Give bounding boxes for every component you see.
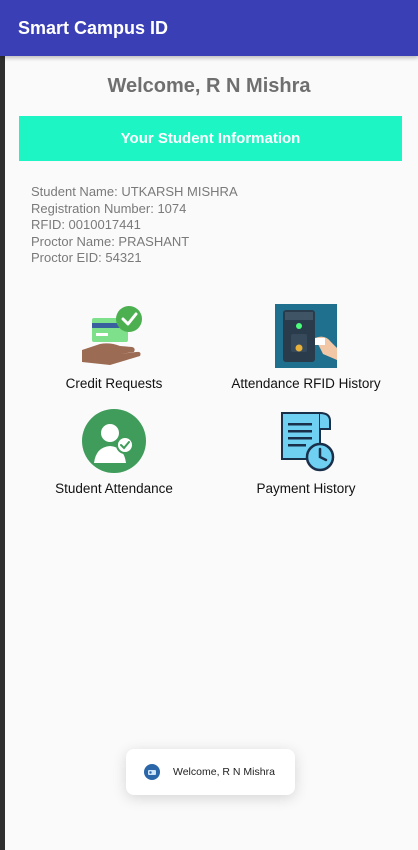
registration-number: Registration Number: 1074 [31,200,187,216]
payment-history-tile[interactable]: Payment History [216,403,396,496]
rfid-number: RFID: 0010017441 [31,217,141,232]
welcome-toast: Welcome, R N Mishra [126,749,295,795]
student-details: Student Name: UTKARSH MISHRA Registratio… [31,184,238,267]
welcome-heading: Welcome, R N Mishra [107,75,311,97]
payment-history-label: Payment History [256,481,356,496]
student-check-icon [82,409,146,473]
attendance-rfid-history-tile[interactable]: Attendance RFID History [216,298,396,391]
attendance-rfid-history-label: Attendance RFID History [231,376,381,391]
credit-card-check-icon [82,306,142,365]
student-attendance-label: Student Attendance [55,481,173,496]
app-icon [144,764,160,780]
student-info-banner: Your Student Information [19,116,402,161]
screen-edge [0,0,5,850]
rfid-reader-icon [275,304,337,368]
credit-requests-label: Credit Requests [65,376,163,391]
credit-requests-tile[interactable]: Credit Requests [24,298,204,391]
student-name: Student Name: UTKARSH MISHRA [31,184,238,199]
app-bar: Smart Campus ID [0,0,418,56]
student-attendance-tile[interactable]: Student Attendance [24,403,204,496]
proctor-name: Proctor Name: PRASHANT [31,233,190,249]
app-title: Smart Campus ID [18,18,169,38]
proctor-eid: Proctor EID: 54321 [31,250,142,265]
receipt-clock-icon [281,412,335,472]
toast-text: Welcome, R N Mishra [173,766,275,778]
